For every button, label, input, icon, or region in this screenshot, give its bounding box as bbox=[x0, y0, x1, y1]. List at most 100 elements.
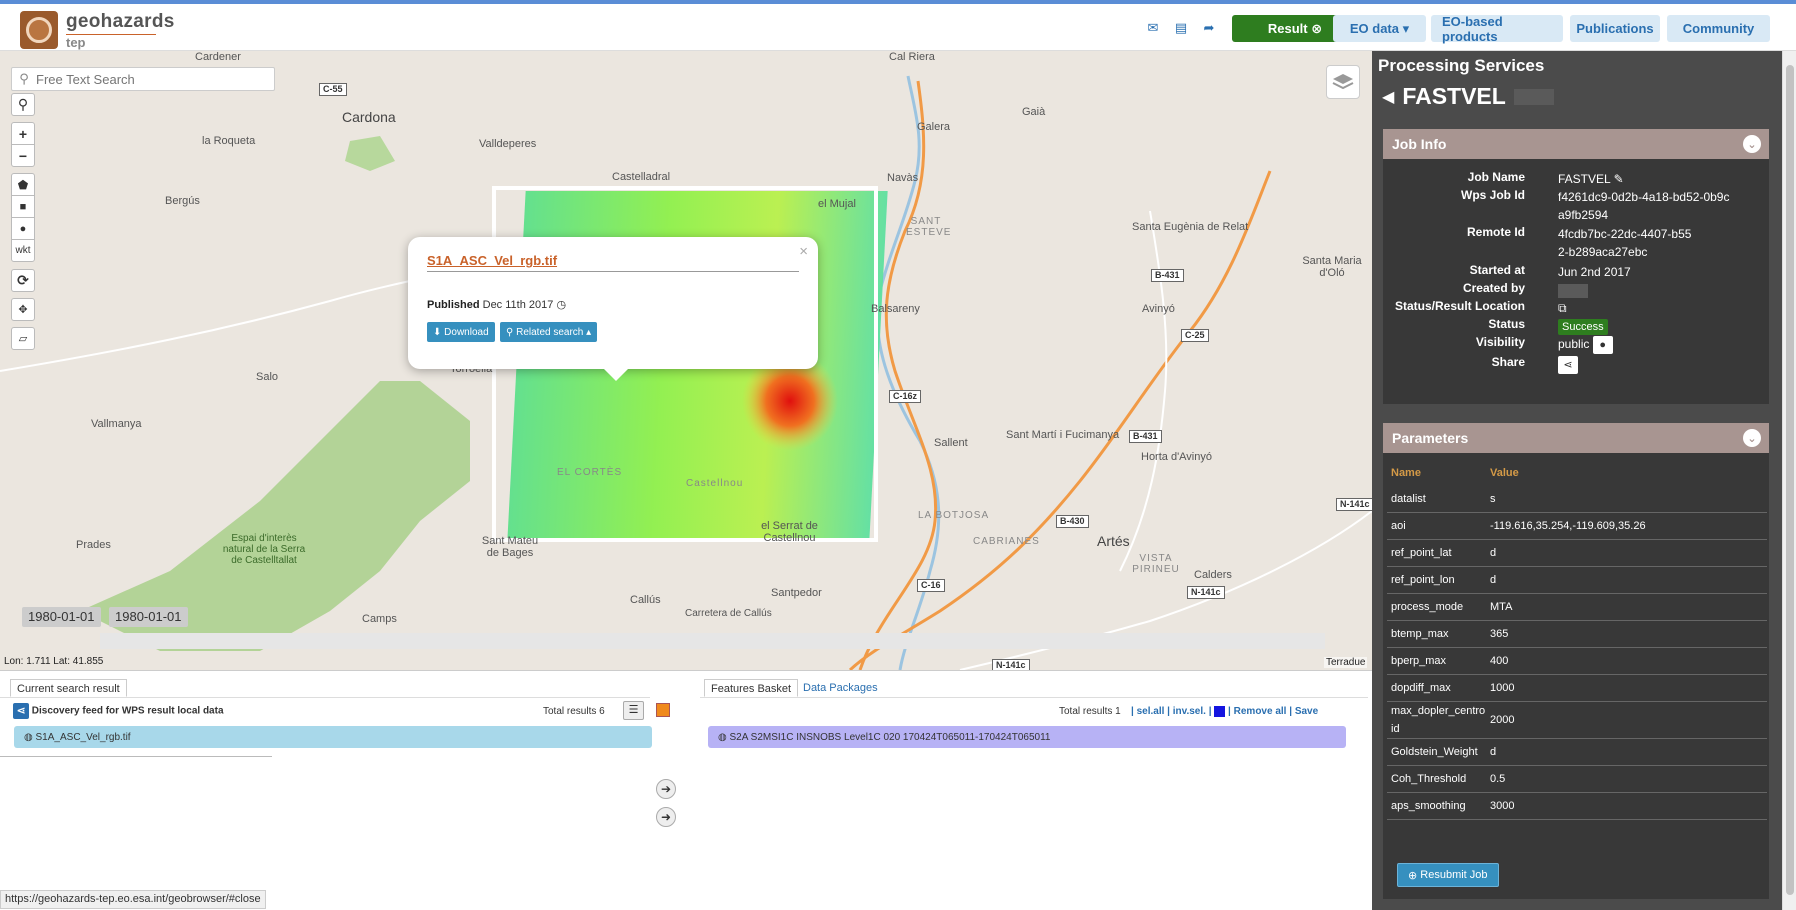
parameter-name: Goldstein_Weight bbox=[1391, 746, 1478, 758]
pencil-icon[interactable]: ✎ bbox=[1614, 172, 1624, 186]
external-link-icon[interactable]: ⧉ bbox=[1558, 299, 1758, 317]
ruler-button[interactable]: ▱ bbox=[11, 327, 35, 350]
save-link[interactable]: Save bbox=[1295, 706, 1318, 717]
place-label: EL CORTÈS bbox=[557, 467, 623, 478]
caret-left-icon: ◀ bbox=[1382, 88, 1395, 106]
parameter-row: dopdiff_max 1000 bbox=[1387, 675, 1767, 702]
book-icon[interactable]: ▤ bbox=[1174, 21, 1188, 34]
related-search-button[interactable]: ⚲ Related search ▴ bbox=[500, 322, 598, 342]
draw-rectangle-button[interactable]: ■ bbox=[11, 195, 35, 218]
tab-current-search-result[interactable]: Current search result bbox=[10, 679, 127, 697]
list-item[interactable]: ◍ S1A_ASC_Vel_rgb.tif bbox=[14, 726, 652, 748]
parameters-header[interactable]: Parameters ⌄ bbox=[1383, 423, 1769, 453]
chevron-down-icon[interactable]: ⌄ bbox=[1743, 135, 1761, 153]
share-label: Share bbox=[1491, 355, 1525, 369]
transfer-button[interactable]: ➜ bbox=[656, 807, 676, 827]
road-label: B-430 bbox=[1056, 515, 1089, 528]
map-view[interactable]: Cardener Freixinet Cardona la Roqueta Va… bbox=[0, 51, 1372, 670]
add-to-basket-button[interactable]: ➔ bbox=[656, 779, 676, 799]
popup-close-button[interactable]: × bbox=[799, 243, 808, 260]
download-label: Download bbox=[444, 326, 489, 338]
free-text-search[interactable]: ⚲ bbox=[11, 67, 275, 91]
zoom-search-icon: ⚲ bbox=[17, 96, 29, 112]
job-info-title: Job Info bbox=[1392, 136, 1447, 152]
popup-published: Published Dec 11th 2017 ◷ bbox=[427, 298, 566, 311]
envelope-icon[interactable]: ✉ bbox=[1146, 21, 1160, 34]
road-label: C-55 bbox=[319, 83, 347, 96]
inv-sel-link[interactable]: inv.sel. bbox=[1173, 706, 1206, 717]
place-label: Salo bbox=[256, 371, 279, 383]
download-button[interactable]: ⬇ Download bbox=[427, 322, 495, 342]
zoom-out-button[interactable]: − bbox=[11, 144, 35, 167]
share-icon[interactable]: ⋖ bbox=[1558, 355, 1578, 374]
resubmit-job-button[interactable]: ⊕ Resubmit Job bbox=[1397, 863, 1499, 887]
share-icon: ⋖ bbox=[13, 703, 29, 719]
started-at-label: Started at bbox=[1469, 263, 1525, 277]
job-name-value: FASTVEL ✎ bbox=[1558, 172, 1624, 186]
timeline-bar[interactable] bbox=[100, 633, 1325, 649]
discovery-feed[interactable]: ⋖ Discovery feed for WPS result local da… bbox=[13, 703, 224, 719]
page-scrollbar[interactable] bbox=[1782, 51, 1796, 910]
timeline-start-date[interactable]: 1980-01-01 bbox=[22, 607, 101, 627]
basket-item[interactable]: ◍ S2A S2MSI1C INSNOBS Level1C 020 170424… bbox=[708, 726, 1346, 748]
place-label: Avinyó bbox=[1142, 303, 1175, 315]
refresh-button[interactable]: ⟳ bbox=[11, 269, 35, 292]
color-picker[interactable] bbox=[656, 703, 670, 717]
timeline-end-date[interactable]: 1980-01-01 bbox=[109, 607, 188, 627]
fullscreen-button[interactable]: ✥ bbox=[11, 298, 35, 321]
sign-out-icon[interactable]: ➦ bbox=[1202, 21, 1216, 34]
list-view-button[interactable]: ☰ bbox=[623, 701, 644, 720]
publications-link[interactable]: Publications bbox=[1570, 15, 1660, 42]
remove-all-link[interactable]: Remove all bbox=[1234, 706, 1287, 717]
parameter-value: MTA bbox=[1490, 601, 1513, 613]
popup-title[interactable]: S1A_ASC_Vel_rgb.tif bbox=[427, 253, 799, 272]
parameter-name: Coh_Threshold bbox=[1391, 773, 1467, 785]
plus-circle-icon: ⊕ bbox=[1408, 869, 1421, 882]
visibility-row: Visibility public ● bbox=[1383, 335, 1769, 355]
search-icon: ⚲ bbox=[506, 326, 517, 338]
draw-point-button[interactable]: ● bbox=[11, 217, 35, 240]
parameter-value: s bbox=[1490, 493, 1496, 505]
parameter-value: 0.5 bbox=[1490, 773, 1506, 785]
job-info-header[interactable]: Job Info ⌄ bbox=[1383, 129, 1769, 159]
service-name: FASTVEL bbox=[1402, 83, 1506, 109]
col-value: Value bbox=[1490, 466, 1519, 479]
parameters-table: Name Value datalist s aoi -119.616,35.254,-… bbox=[1387, 459, 1767, 820]
group-icon[interactable]: ● bbox=[1592, 335, 1613, 354]
search-tool-button[interactable]: ⚲ bbox=[11, 93, 35, 116]
place-label: Vallmanya bbox=[91, 418, 142, 430]
place-label: Prades bbox=[76, 539, 111, 551]
place-label: el Mujal bbox=[818, 198, 856, 210]
parameter-name: ref_point_lon bbox=[1391, 574, 1455, 586]
zoom-in-button[interactable]: + bbox=[11, 122, 35, 145]
place-label: SANT ESTEVE bbox=[906, 216, 952, 238]
place-label: Navàs bbox=[887, 172, 919, 184]
search-input[interactable] bbox=[36, 71, 266, 87]
map-attribution[interactable]: Terradue bbox=[1324, 657, 1368, 668]
place-label: Castellnou bbox=[686, 478, 744, 489]
redacted-block bbox=[1513, 88, 1554, 105]
feature-popup: S1A_ASC_Vel_rgb.tif × Published Dec 11th… bbox=[408, 237, 818, 381]
tab-features-basket[interactable]: Features Basket bbox=[704, 679, 799, 697]
eo-based-products-link[interactable]: EO-based products bbox=[1431, 14, 1563, 44]
community-link[interactable]: Community bbox=[1667, 15, 1770, 42]
sel-all-link[interactable]: sel.all bbox=[1137, 706, 1165, 717]
color-swatch[interactable] bbox=[1214, 706, 1226, 717]
place-label: Sant Martí i Fucimanya bbox=[1006, 429, 1120, 441]
place-label: Callús bbox=[630, 594, 661, 606]
brand-name[interactable]: geohazards bbox=[66, 11, 175, 33]
geohazards-logo[interactable] bbox=[20, 11, 58, 49]
eo-data-dropdown[interactable]: EO data ▾ bbox=[1333, 15, 1426, 42]
chevron-down-icon[interactable]: ⌄ bbox=[1743, 429, 1761, 447]
remote-id-value: 4fcdb7bc-22dc-4407-b552-b289aca27ebc bbox=[1558, 227, 1692, 259]
place-label: Camps bbox=[362, 613, 397, 625]
basket-actions: | sel.all | inv.sel. | | Remove all | Sa… bbox=[1131, 706, 1319, 718]
wkt-button[interactable]: wkt bbox=[11, 239, 35, 262]
parameter-row: ref_point_lat d bbox=[1387, 540, 1767, 567]
service-back-link[interactable]: ◀ FASTVEL bbox=[1382, 83, 1554, 110]
layers-button[interactable] bbox=[1326, 65, 1360, 99]
tab-data-packages[interactable]: Data Packages bbox=[797, 679, 884, 697]
place-label: Calders bbox=[1194, 569, 1232, 581]
parameter-row: btemp_max 365 bbox=[1387, 621, 1767, 648]
draw-polygon-button[interactable]: ⬟ bbox=[11, 173, 35, 196]
